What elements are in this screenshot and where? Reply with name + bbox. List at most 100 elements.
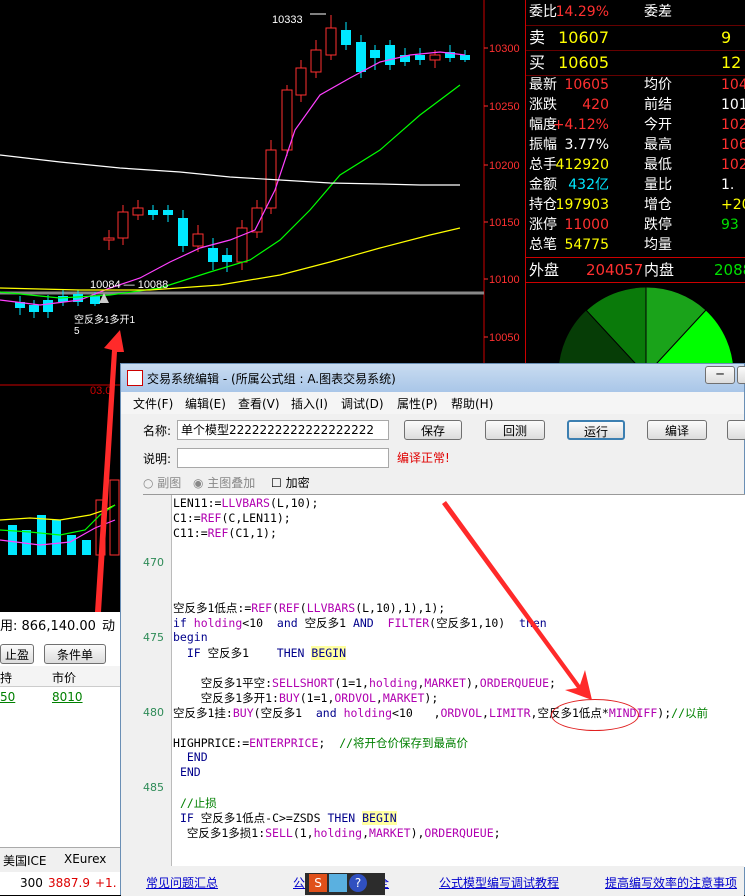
compile-status: 编译正常! xyxy=(397,451,450,465)
candle-body xyxy=(415,55,425,60)
quote-row: 总手 412920 最低 102 xyxy=(526,155,745,175)
quote-row: 总笔 54775 均量 xyxy=(526,235,745,255)
footer-link[interactable]: 提高编写效率的注意事项 xyxy=(605,874,737,891)
code-line: LEN11:=LLVBARS(L,10); xyxy=(173,496,319,510)
code-token: IF xyxy=(186,646,201,660)
quote-label: 买 xyxy=(529,53,546,72)
quote-row: 买 10605 12 xyxy=(526,50,745,76)
code-line: 空反多1多开1:BUY(1=1,ORDVOL,MARKET); xyxy=(173,691,439,705)
menu-item[interactable]: 编辑(E) xyxy=(185,395,226,412)
volume-bar xyxy=(109,479,120,556)
name-input[interactable]: 单个模型2222222222222222222 xyxy=(177,420,389,440)
price-axis-label: 10050 xyxy=(489,332,520,344)
outer-value: 204057 xyxy=(586,261,644,279)
extra-button[interactable] xyxy=(727,420,745,440)
low-label: 10084 — 10088 xyxy=(90,279,168,291)
input-method-icon[interactable]: S xyxy=(309,874,327,892)
volume-bar xyxy=(52,520,61,555)
menu-item[interactable]: 属性(P) xyxy=(397,395,438,412)
code-token: REF xyxy=(200,511,222,525)
candle-body xyxy=(236,227,248,263)
quote-label: 最新 xyxy=(529,77,557,93)
menu-item[interactable]: 插入(I) xyxy=(291,395,328,412)
run-button[interactable]: 运行 xyxy=(567,420,625,440)
quote-value-2: 106 xyxy=(721,137,745,153)
quote-label: 总手 xyxy=(529,157,557,173)
encrypt-checkbox[interactable]: ☐ 加密 xyxy=(271,474,310,491)
quote-label-2: 今开 xyxy=(644,117,672,133)
code-line: 空反多1低点:=REF(REF(LLVBARS(L,10),1),1); xyxy=(173,601,446,615)
save-button[interactable]: 保存 xyxy=(404,420,462,440)
footer-link[interactable]: 常见问题汇总 xyxy=(146,874,218,891)
quote-value-2: 1. xyxy=(721,177,735,193)
quote-panel: 委比 14.29% 委差卖 10607 9 买 10605 12 最新 10605 均价 104 涨跌 4… xyxy=(525,0,745,370)
outer-inner-row: 外盘 204057 内盘 2088 xyxy=(526,257,745,283)
maximize-button[interactable] xyxy=(737,366,745,384)
compile-button[interactable]: 编译 xyxy=(647,420,707,440)
code-token: holding xyxy=(313,826,363,840)
tab-eurex[interactable]: XEurex xyxy=(64,852,106,866)
line-number-gutter: 470 475 480 485 xyxy=(143,495,172,867)
candle-body xyxy=(295,67,307,96)
stop-profit-button[interactable]: 止盈 xyxy=(0,644,34,664)
status-prefix: 300 xyxy=(20,876,43,890)
code-line: //止损 xyxy=(173,795,217,811)
row-hold[interactable]: 50 xyxy=(0,690,15,704)
code-token: END xyxy=(186,750,208,764)
menu-item[interactable]: 查看(V) xyxy=(238,395,280,412)
help-icon[interactable]: ? xyxy=(349,874,367,892)
line-number: 475 xyxy=(143,631,164,644)
footer-link[interactable]: 公式模型编写调试教程 xyxy=(439,874,559,891)
candle-body xyxy=(132,207,144,216)
ma-line-magenta xyxy=(0,51,466,306)
menu-item[interactable]: 帮助(H) xyxy=(451,395,493,412)
code-token: BUY xyxy=(278,691,300,705)
quote-row: 最新 10605 均价 104 xyxy=(526,75,745,95)
quote-value-2: 104 xyxy=(721,77,745,93)
quote-value: 10605 xyxy=(558,53,609,72)
quote-value-2: 9 xyxy=(721,28,732,47)
row-price[interactable]: 8010 xyxy=(52,690,83,704)
volume-bar xyxy=(37,515,46,555)
dialog-titlebar[interactable]: 交易系统编辑 - (所属公式组 : A.图表交易系统) ─ xyxy=(121,364,745,392)
quote-value: 432亿 xyxy=(568,177,609,193)
quote-row: 金额 432亿 量比 1. xyxy=(526,175,745,195)
candle-body xyxy=(117,211,129,239)
candle-body xyxy=(310,49,322,73)
quote-label-2: 最低 xyxy=(644,157,672,173)
radio-main-overlay[interactable]: ◉ 主图叠加 xyxy=(193,474,255,491)
backtest-button[interactable]: 回测 xyxy=(485,420,545,440)
code-line: HIGHPRICE:=ENTERPRICE; //将开仓价保存到最高价 xyxy=(173,736,469,750)
code-token: holding xyxy=(193,616,243,630)
quote-row: 幅度 +4.12% 今开 102 xyxy=(526,115,745,135)
quote-label-2: 前结 xyxy=(644,97,672,113)
code-token: IF xyxy=(179,811,194,825)
menu-item[interactable]: 文件(F) xyxy=(133,395,173,412)
tab-ice[interactable]: 美国ICE xyxy=(3,852,47,869)
quote-label-2: 最高 xyxy=(644,137,672,153)
line-number: 470 xyxy=(143,556,164,569)
desc-input[interactable] xyxy=(177,448,389,468)
quote-label: 委比 xyxy=(529,4,557,20)
line-number: 480 xyxy=(143,706,164,719)
col-hold: 持 xyxy=(0,671,13,685)
quote-value-2: 101 xyxy=(721,97,745,113)
radio-subchart[interactable]: ○ 副图 xyxy=(143,474,181,491)
candle-body xyxy=(429,54,441,61)
quote-value: 197903 xyxy=(555,197,609,213)
quote-label-2: 增仓 xyxy=(644,197,672,213)
tray-icon-2[interactable] xyxy=(329,874,347,892)
price-axis-label: 10150 xyxy=(489,217,520,229)
inner-label: 内盘 xyxy=(644,261,675,279)
menu-item[interactable]: 调试(D) xyxy=(341,395,384,412)
quote-label-2: 均量 xyxy=(644,237,672,253)
code-token: SELL xyxy=(265,826,293,840)
minimize-button[interactable]: ─ xyxy=(705,366,735,384)
code-token: END xyxy=(179,765,201,779)
condition-order-button[interactable]: 条件单 xyxy=(44,644,106,664)
signal-sub: 5 xyxy=(74,326,80,337)
exchange-tabs: 美国ICE XEurex xyxy=(0,847,120,872)
quote-row: 卖 10607 9 xyxy=(526,25,745,51)
code-token: BEGIN xyxy=(311,646,347,660)
funds-action[interactable]: 动 xyxy=(102,615,115,634)
